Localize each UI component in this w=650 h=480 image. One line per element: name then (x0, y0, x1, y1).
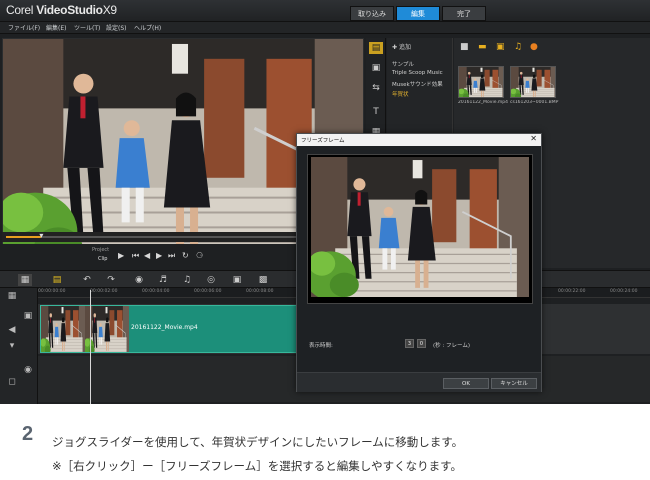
step-number: 2 (22, 423, 34, 445)
redo-icon[interactable]: ↷ (104, 274, 118, 286)
menu-bar: ファイル(F) 編集(E) ツール(T) 設定(S) ヘルプ(H) (0, 22, 650, 34)
tab-capture[interactable]: 取り込み (350, 6, 394, 21)
thumbnail-label: 20161122_Movie.mp4 (458, 100, 508, 105)
video-clip[interactable]: 20161122_Movie.mp4 (40, 305, 308, 353)
ruler-tick: 00:00:02:00 (90, 289, 118, 294)
menu-file[interactable]: ファイル(F) (8, 23, 40, 32)
ruler-tick: 00:00:00:00 (38, 289, 66, 294)
undo-icon[interactable]: ↶ (80, 274, 94, 286)
clip-thumbnail (41, 306, 129, 353)
ruler-tick: 00:00:22:00 (558, 289, 586, 294)
app-title: Corel VideoStudioX9 (6, 3, 117, 17)
menu-tools[interactable]: ツール(T) (74, 23, 100, 32)
app-title-brand: Corel (6, 3, 34, 17)
step-text: ジョグスライダーを使用して、年賀状デザインにしたいフレームに移動します。 (52, 435, 464, 449)
menu-settings[interactable]: 設定(S) (106, 23, 127, 32)
clip-frame-image (85, 306, 129, 353)
prev-frame-icon[interactable]: ◀ (144, 251, 150, 260)
duration-label: 表示時間: (309, 343, 333, 349)
folder-icon[interactable]: ■ (460, 42, 469, 52)
ruler-tick: 00:00:06:00 (194, 289, 222, 294)
jog-handle-icon[interactable]: ▾ (37, 232, 45, 240)
volume-icon[interactable]: ⚆ (196, 251, 203, 260)
folder-sound-effects[interactable]: Musekサウンド効果 (392, 80, 443, 88)
video-filter-icon[interactable]: ▬ (478, 42, 487, 52)
scrub-fill (6, 236, 42, 238)
dialog-button-bar: OK キャンセル (297, 372, 541, 392)
media-library-icon[interactable]: ▤ (369, 42, 383, 54)
sound-mixer-icon[interactable]: ♬ (156, 274, 170, 286)
freeze-frame-dialog: フリーズフレーム ✕ 表示時間: 3 0 (秒 : フレーム) OK キャンセル (296, 133, 542, 392)
folder-new-year-card[interactable]: 年賀状 (392, 90, 409, 98)
home-icon[interactable]: ⏮ (132, 251, 139, 261)
menu-help[interactable]: ヘルプ(H) (134, 23, 161, 32)
playhead[interactable] (90, 290, 91, 404)
tab-edit[interactable]: 編集 (396, 6, 440, 21)
dialog-title: フリーズフレーム (301, 138, 345, 144)
overlay-track-icon[interactable]: ◉ (22, 364, 34, 376)
duration-seconds-field[interactable]: 3 (405, 339, 414, 348)
ok-button[interactable]: OK (443, 378, 489, 389)
media-thumbnail[interactable] (458, 66, 504, 98)
video-track-icon[interactable]: ▣ (22, 310, 34, 322)
ruler-tick: 00:00:24:00 (610, 289, 638, 294)
app-title-product: VideoStudio (36, 3, 103, 17)
menu-edit[interactable]: 編集(E) (46, 23, 66, 32)
storyboard-view-icon[interactable]: ▦ (18, 274, 32, 286)
thumbnail-image (459, 67, 504, 98)
clip-name: 20161122_Movie.mp4 (131, 324, 198, 331)
ruler-tick: 00:00:08:00 (246, 289, 274, 294)
motion-tracking-icon[interactable]: ◎ (204, 274, 218, 286)
fit-project-icon[interactable]: ▦ (6, 290, 18, 302)
tab-share[interactable]: 完了 (442, 6, 486, 21)
play-icon[interactable]: ▶ (118, 251, 124, 260)
sort-icon[interactable]: ● (530, 42, 538, 52)
track-visibility-icon[interactable]: ◀ (6, 324, 18, 336)
photo-filter-icon[interactable]: ▣ (496, 42, 505, 52)
transition-icon[interactable]: ⇆ (369, 82, 383, 94)
ruler-tick: 00:00:04:00 (142, 289, 170, 294)
title-icon[interactable]: T (369, 106, 383, 118)
next-frame-icon[interactable]: ▶ (156, 251, 162, 260)
duration-unit-label: (秒 : フレーム) (433, 343, 470, 349)
add-label: 追加 (398, 44, 411, 51)
clip-frame-image (41, 306, 85, 353)
dialog-titlebar: フリーズフレーム ✕ (297, 134, 541, 146)
record-icon[interactable]: ◉ (132, 274, 146, 286)
instant-project-icon[interactable]: ▣ (369, 62, 383, 74)
track-manager-icon[interactable]: ▤ (50, 274, 64, 286)
multi-camera-icon[interactable]: ▩ (256, 274, 270, 286)
add-folder-button[interactable]: ✚ 追加 (392, 42, 411, 51)
app-window: Corel VideoStudioX9 取り込み 編集 完了 ファイル(F) 編… (0, 0, 650, 404)
lock-icon[interactable]: ◻ (6, 376, 18, 388)
repeat-icon[interactable]: ↻ (182, 251, 189, 260)
subtitle-icon[interactable]: ▣ (230, 274, 244, 286)
close-icon[interactable]: ✕ (530, 134, 537, 143)
dialog-frame-image (311, 157, 529, 297)
dialog-preview (307, 154, 533, 304)
clip-label[interactable]: Clip (98, 256, 107, 262)
dialog-preview-frame (311, 157, 529, 297)
timeline-track-header: ▦ ▣ ◀ ▾ ◉ ◻ (0, 288, 38, 404)
thumbnail-label: cs161203~0001.BMP (510, 100, 559, 105)
thumbnail-image (511, 67, 556, 98)
app-title-version: X9 (102, 3, 117, 17)
audio-filter-icon[interactable]: ♫ (514, 42, 522, 52)
cancel-button[interactable]: キャンセル (491, 378, 537, 389)
track-toggle-icon[interactable]: ▾ (6, 340, 18, 352)
folder-sample[interactable]: サンプル (392, 60, 414, 68)
duration-frames-field[interactable]: 0 (417, 339, 426, 348)
folder-triple-scoop[interactable]: Triple Scoop Music (392, 70, 443, 76)
project-label[interactable]: Project (92, 247, 109, 253)
auto-music-icon[interactable]: ♫ (180, 274, 194, 286)
step-note: ※［右クリック］ー［フリーズフレーム］を選択すると編集しやすくなります。 (52, 459, 462, 473)
title-bar: Corel VideoStudioX9 取り込み 編集 完了 (0, 0, 650, 22)
end-icon[interactable]: ⏭ (168, 251, 175, 261)
plus-icon: ✚ (392, 44, 399, 51)
media-thumbnail[interactable] (510, 66, 556, 98)
